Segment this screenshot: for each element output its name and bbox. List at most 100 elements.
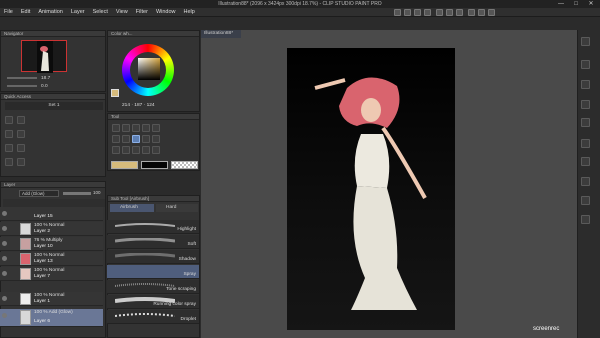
sub-tool-droplet[interactable]: Droplet — [107, 310, 199, 324]
panel-icon[interactable] — [581, 215, 590, 224]
color-b[interactable]: 124 — [147, 103, 155, 108]
layer-row[interactable]: 100 % Normal Layer 7 — [0, 267, 103, 281]
auto-select-icon[interactable] — [112, 135, 120, 143]
layer-thumbnail — [20, 238, 31, 250]
menu-help[interactable]: Help — [180, 8, 199, 17]
eyedropper-icon[interactable] — [122, 135, 130, 143]
command-icon[interactable] — [414, 9, 421, 16]
eye-icon[interactable] — [2, 296, 7, 301]
angle-slider[interactable] — [7, 85, 37, 87]
blend-mode-dropdown[interactable]: Add (Glow) — [19, 190, 59, 197]
transform-icon[interactable] — [5, 144, 13, 152]
saturation-value-square[interactable] — [138, 58, 160, 80]
tab-hard[interactable]: Hard — [156, 204, 198, 212]
layer-row[interactable]: 100 % Normal Layer 13 — [0, 252, 103, 266]
operation-tool-icon[interactable] — [132, 124, 140, 132]
transparent-color-swatch[interactable] — [171, 161, 198, 169]
command-icon[interactable] — [424, 9, 431, 16]
menu-filter[interactable]: Filter — [132, 8, 152, 17]
paste-icon[interactable] — [17, 130, 25, 138]
panel-icon[interactable] — [581, 139, 590, 148]
selection-tool-icon[interactable] — [152, 124, 160, 132]
eye-icon[interactable] — [2, 256, 7, 261]
panel-icon[interactable] — [581, 196, 590, 205]
move-tool-icon[interactable] — [122, 124, 130, 132]
layer-row[interactable]: 100 % Normal Layer 2 — [0, 222, 103, 236]
minimize-button[interactable]: — — [556, 0, 566, 8]
main-color-swatch[interactable] — [111, 89, 119, 97]
selection-icon[interactable] — [17, 144, 25, 152]
command-icon[interactable] — [456, 9, 463, 16]
tab-airbrush[interactable]: Airbrush — [110, 204, 154, 212]
command-icon[interactable] — [394, 9, 401, 16]
sub-tool-highlight[interactable]: Highlight — [107, 220, 199, 234]
command-icon[interactable] — [488, 9, 495, 16]
command-icon[interactable] — [468, 9, 475, 16]
panel-icon[interactable] — [581, 100, 590, 109]
quick-access-panel: Quick Access Set 1 — [0, 93, 106, 177]
menu-window[interactable]: Window — [152, 8, 180, 17]
panel-icon[interactable] — [581, 37, 590, 46]
background-color-swatch[interactable] — [141, 161, 168, 169]
sub-tool-running-color-spray[interactable]: Running color spray — [107, 295, 199, 309]
command-icon[interactable] — [404, 9, 411, 16]
panel-icon[interactable] — [581, 118, 590, 127]
zoom-slider[interactable] — [7, 77, 37, 79]
eye-icon[interactable] — [2, 271, 7, 276]
fill-tool-icon[interactable] — [132, 146, 140, 154]
brush-tool-icon[interactable] — [152, 135, 160, 143]
sub-tool-spray[interactable]: Spray — [107, 265, 199, 279]
sub-tool-soft[interactable]: Soft — [107, 235, 199, 249]
quick-access-set[interactable]: Set 1 — [5, 102, 103, 110]
navigator-zoom[interactable]: 18.7 — [41, 76, 50, 81]
layer-name: Layer 15 — [34, 214, 53, 219]
opacity-value[interactable]: 100 — [93, 190, 101, 195]
color-g[interactable]: 187 — [134, 103, 142, 108]
navigator-preview[interactable] — [21, 40, 67, 73]
redo-icon[interactable] — [17, 116, 25, 124]
opacity-slider[interactable] — [63, 192, 91, 195]
panel-icon[interactable] — [581, 60, 590, 69]
eye-icon[interactable] — [2, 241, 7, 246]
panel-icon[interactable] — [581, 157, 590, 166]
command-icon[interactable] — [446, 9, 453, 16]
eraser-icon[interactable] — [112, 146, 120, 154]
layer-row-selected[interactable]: 100 % Add (Glow) Layer 6 — [0, 309, 103, 327]
rotate-icon[interactable] — [17, 158, 25, 166]
layer-row[interactable]: 76 % Multiply Layer 10 — [0, 237, 103, 251]
panel-icon[interactable] — [581, 80, 590, 89]
menu-layer[interactable]: Layer — [67, 8, 89, 17]
layer-row[interactable]: 100 % Normal Layer 1 — [0, 292, 103, 306]
eye-icon[interactable] — [2, 313, 7, 318]
blend-tool-icon[interactable] — [122, 146, 130, 154]
text-tool-icon[interactable] — [152, 146, 160, 154]
flip-icon[interactable] — [5, 158, 13, 166]
undo-icon[interactable] — [5, 116, 13, 124]
navigator-angle[interactable]: 0.0 — [41, 84, 48, 89]
canvas-tab[interactable]: Illustration88* — [201, 30, 241, 38]
command-icon[interactable] — [478, 9, 485, 16]
color-r[interactable]: 214 — [122, 103, 130, 108]
sub-tool-tone-scraping[interactable]: Tone scraping — [107, 280, 199, 294]
command-icon[interactable] — [436, 9, 443, 16]
canvas-artwork[interactable] — [287, 48, 455, 330]
layer-row[interactable]: Layer 15 — [0, 207, 103, 221]
menu-animation[interactable]: Animation — [34, 8, 66, 17]
sub-tool-shadow[interactable]: Shadow — [107, 250, 199, 264]
move-layer-icon[interactable] — [142, 124, 150, 132]
pen-tool-icon[interactable] — [142, 135, 150, 143]
close-button[interactable]: ✕ — [586, 0, 596, 8]
eye-icon[interactable] — [2, 226, 7, 231]
foreground-color-swatch[interactable] — [111, 161, 138, 169]
copy-icon[interactable] — [5, 130, 13, 138]
zoom-tool-icon[interactable] — [112, 124, 120, 132]
menu-edit[interactable]: Edit — [17, 8, 34, 17]
maximize-button[interactable]: □ — [571, 0, 581, 8]
panel-icon[interactable] — [581, 177, 590, 186]
eye-icon[interactable] — [2, 211, 7, 216]
menu-file[interactable]: File — [0, 8, 17, 17]
gradient-icon[interactable] — [142, 146, 150, 154]
airbrush-tool-icon[interactable] — [132, 135, 140, 143]
menu-view[interactable]: View — [112, 8, 132, 17]
menu-select[interactable]: Select — [89, 8, 112, 17]
